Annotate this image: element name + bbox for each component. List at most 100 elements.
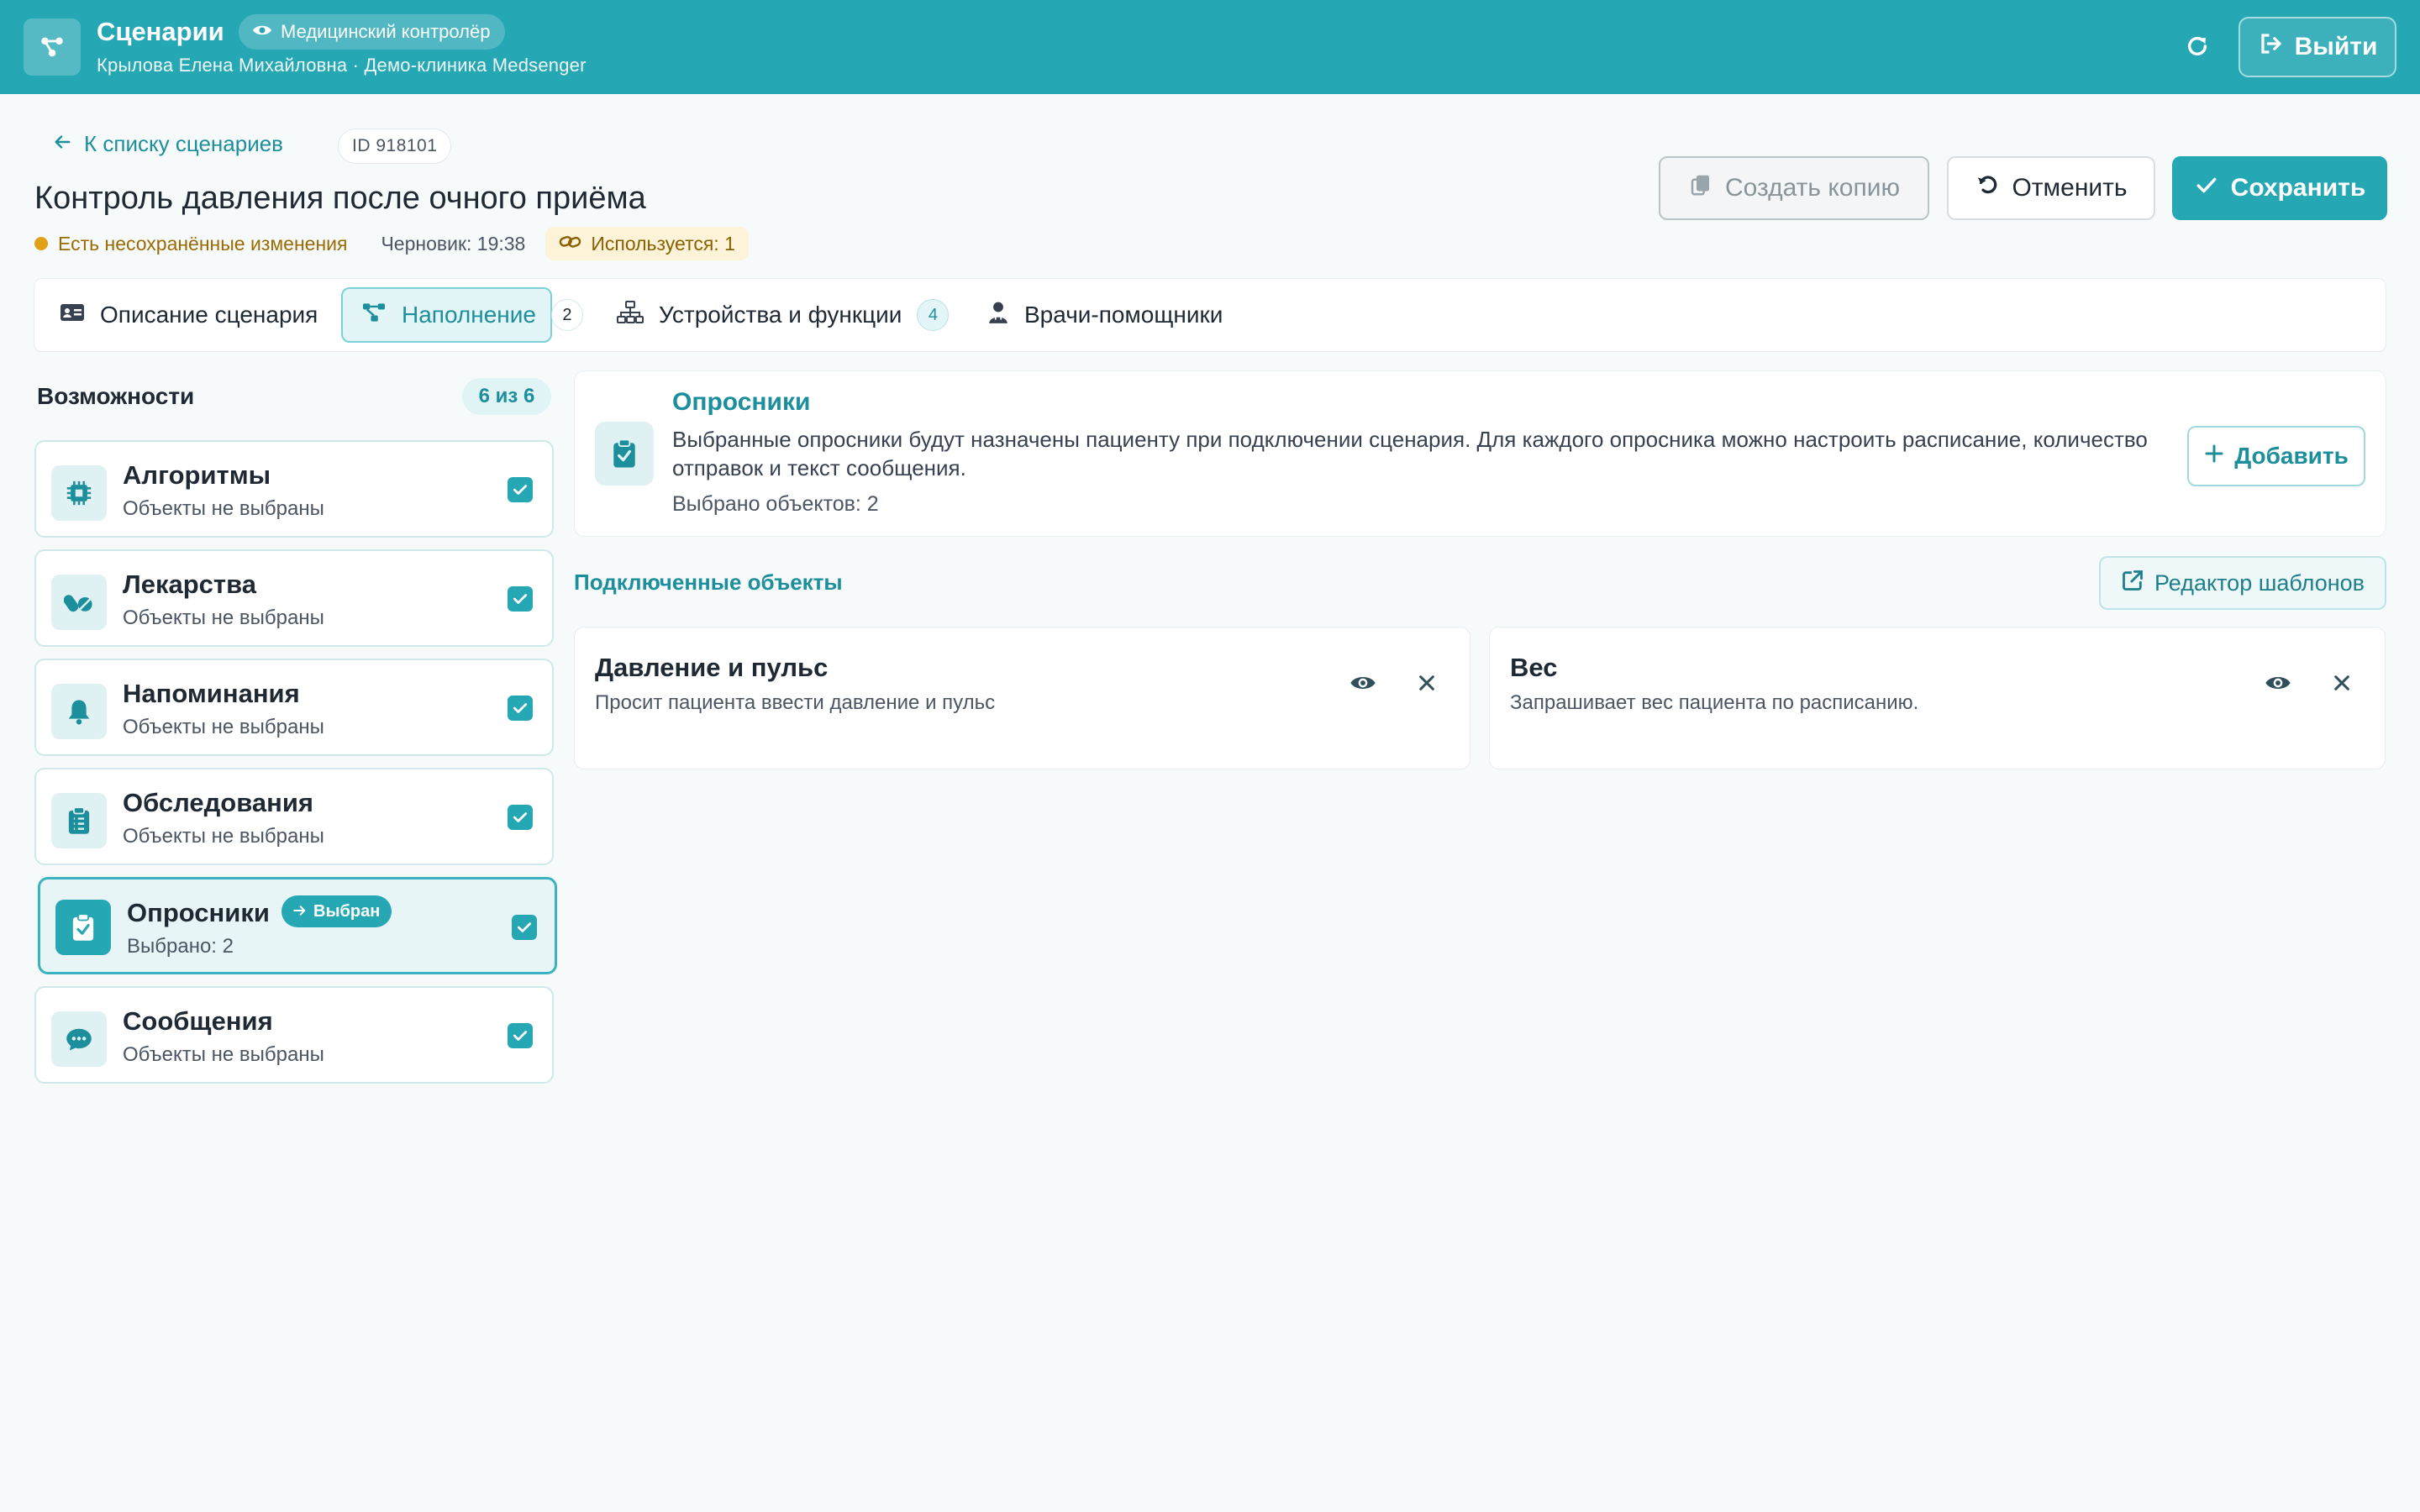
add-label: Добавить [2234, 443, 2349, 469]
tab-content-count: 2 [550, 299, 583, 331]
refresh-icon[interactable] [2178, 27, 2217, 66]
capability-checkbox[interactable] [512, 915, 537, 940]
id-card-icon [60, 302, 85, 328]
usage-badge[interactable]: Используется: 1 [545, 227, 749, 260]
plus-icon [2204, 443, 2224, 470]
capability-checkbox[interactable] [508, 1023, 533, 1048]
add-button[interactable]: Добавить [2187, 426, 2365, 486]
logout-button[interactable]: Выйти [2238, 17, 2396, 77]
tab-content[interactable]: Наполнение 2 [341, 287, 583, 343]
tab-assistant-doctors[interactable]: Врачи-помощники [987, 287, 1223, 343]
usage-label: Используется: 1 [591, 232, 735, 255]
external-link-icon [2121, 569, 2144, 598]
chip-icon [51, 465, 107, 521]
object-description: Запрашивает вес пациента по расписанию. [1510, 691, 1919, 714]
undo-icon [1975, 172, 2000, 204]
capabilities-title: Возможности [37, 383, 195, 409]
link-icon [559, 233, 582, 255]
clipboard-check-icon [595, 422, 654, 486]
questionnaires-info-panel: Опросники Выбранные опросники будут назн… [574, 370, 2386, 537]
share-nodes-icon[interactable] [24, 18, 81, 76]
capability-checkbox[interactable] [508, 586, 533, 612]
copy-icon [1688, 171, 1713, 205]
capabilities-count: 6 из 6 [462, 378, 551, 415]
top-bar: Сценарии Медицинский контролёр Крылова Е… [0, 0, 2420, 94]
clipboard-list-icon [51, 793, 107, 848]
panel-selected-count: Выбрано объектов: 2 [672, 492, 879, 516]
panel-description: Выбранные опросники будут назначены паци… [672, 427, 2148, 480]
capability-status: Объекты не выбраны [123, 606, 324, 629]
selected-badge: Выбран [281, 895, 392, 927]
page-title: Контроль давления после очного приёма [34, 181, 646, 216]
status-row: Есть несохранённые изменения Черновик: 1… [34, 227, 749, 260]
capability-name: Сообщения [123, 1006, 273, 1036]
logout-label: Выйти [2294, 33, 2378, 60]
logout-icon [2258, 31, 2285, 63]
save-label: Сохранить [2230, 174, 2366, 202]
tab-devices-count: 4 [917, 299, 950, 331]
tab-devices[interactable]: Устройства и функции 4 [617, 287, 950, 343]
capability-status: Объекты не выбраны [123, 825, 324, 848]
capability-name: Опросники [127, 898, 270, 927]
user-info: Крылова Елена Михайловна · Демо-клиника … [97, 55, 587, 76]
doctor-icon [987, 301, 1009, 330]
connected-object-card[interactable]: Вес Запрашивает вес пациента по расписан… [1489, 627, 2386, 769]
cancel-label: Отменить [2012, 174, 2128, 202]
connected-objects-title: Подключенные объекты [574, 570, 843, 595]
tab-content-label: Наполнение [402, 302, 536, 328]
template-editor-label: Редактор шаблонов [2154, 570, 2365, 596]
tab-description[interactable]: Описание сценария [60, 287, 318, 343]
connected-object-card[interactable]: Давление и пульс Просит пациента ввести … [574, 627, 1470, 769]
capability-name: Алгоритмы [123, 460, 271, 490]
save-button[interactable]: Сохранить [2172, 156, 2387, 220]
capability-examinations[interactable]: Обследования Объекты не выбраны [34, 768, 554, 865]
capability-medications[interactable]: Лекарства Объекты не выбраны [34, 549, 554, 647]
scenario-id-chip: ID 918101 [338, 129, 452, 164]
eye-icon[interactable] [2261, 666, 2295, 700]
unsaved-label: Есть несохранённые изменения [58, 232, 348, 255]
sitemap-icon [617, 300, 644, 330]
capability-name: Лекарства [123, 570, 256, 599]
scenario-tabs: Описание сценария Наполнение 2 Устройств… [34, 278, 2386, 352]
object-description: Просит пациента ввести давление и пульс [595, 691, 996, 714]
close-icon[interactable] [1410, 666, 1444, 700]
role-badge-label: Медицинский контролёр [281, 21, 491, 42]
tab-assistant-doctors-label: Врачи-помощники [1024, 302, 1223, 328]
capability-reminders[interactable]: Напоминания Объекты не выбраны [34, 659, 554, 756]
selected-badge-label: Выбран [313, 901, 381, 921]
capability-status: Объекты не выбраны [123, 1043, 324, 1066]
arrow-left-icon [52, 131, 72, 157]
pills-icon [51, 575, 107, 630]
eye-icon [252, 21, 272, 43]
check-icon [2194, 174, 2219, 202]
close-icon[interactable] [2325, 666, 2359, 700]
capability-checkbox[interactable] [508, 805, 533, 830]
create-copy-button[interactable]: Создать копию [1659, 156, 1929, 220]
capability-name: Напоминания [123, 679, 300, 708]
capability-status: Объекты не выбраны [123, 497, 324, 520]
capability-status: Выбрано: 2 [127, 935, 234, 958]
bell-icon [51, 684, 107, 739]
capability-questionnaires[interactable]: Опросники Выбран Выбрано: 2 [38, 877, 557, 974]
capability-status: Объекты не выбраны [123, 716, 324, 738]
template-editor-button[interactable]: Редактор шаблонов [2099, 556, 2386, 610]
capability-checkbox[interactable] [508, 696, 533, 721]
capability-algorithms[interactable]: Алгоритмы Объекты не выбраны [34, 440, 554, 538]
object-title: Давление и пульс [595, 653, 829, 682]
unsaved-indicator: Есть несохранённые изменения [34, 233, 347, 255]
eye-icon[interactable] [1346, 666, 1380, 700]
capability-name: Обследования [123, 788, 313, 817]
back-to-list-link[interactable]: К списку сценариев [52, 131, 283, 157]
share-nodes-icon [361, 302, 387, 329]
tab-devices-label: Устройства и функции [659, 302, 902, 328]
cancel-button[interactable]: Отменить [1947, 156, 2155, 220]
panel-title: Опросники [672, 388, 811, 416]
create-copy-label: Создать копию [1725, 174, 1900, 202]
capability-checkbox[interactable] [508, 477, 533, 502]
capability-messages[interactable]: Сообщения Объекты не выбраны [34, 986, 554, 1084]
app-title: Сценарии [97, 17, 224, 46]
chat-icon [51, 1011, 107, 1067]
clipboard-check-icon [55, 900, 111, 955]
unsaved-dot [34, 237, 48, 250]
object-title: Вес [1510, 653, 1558, 682]
